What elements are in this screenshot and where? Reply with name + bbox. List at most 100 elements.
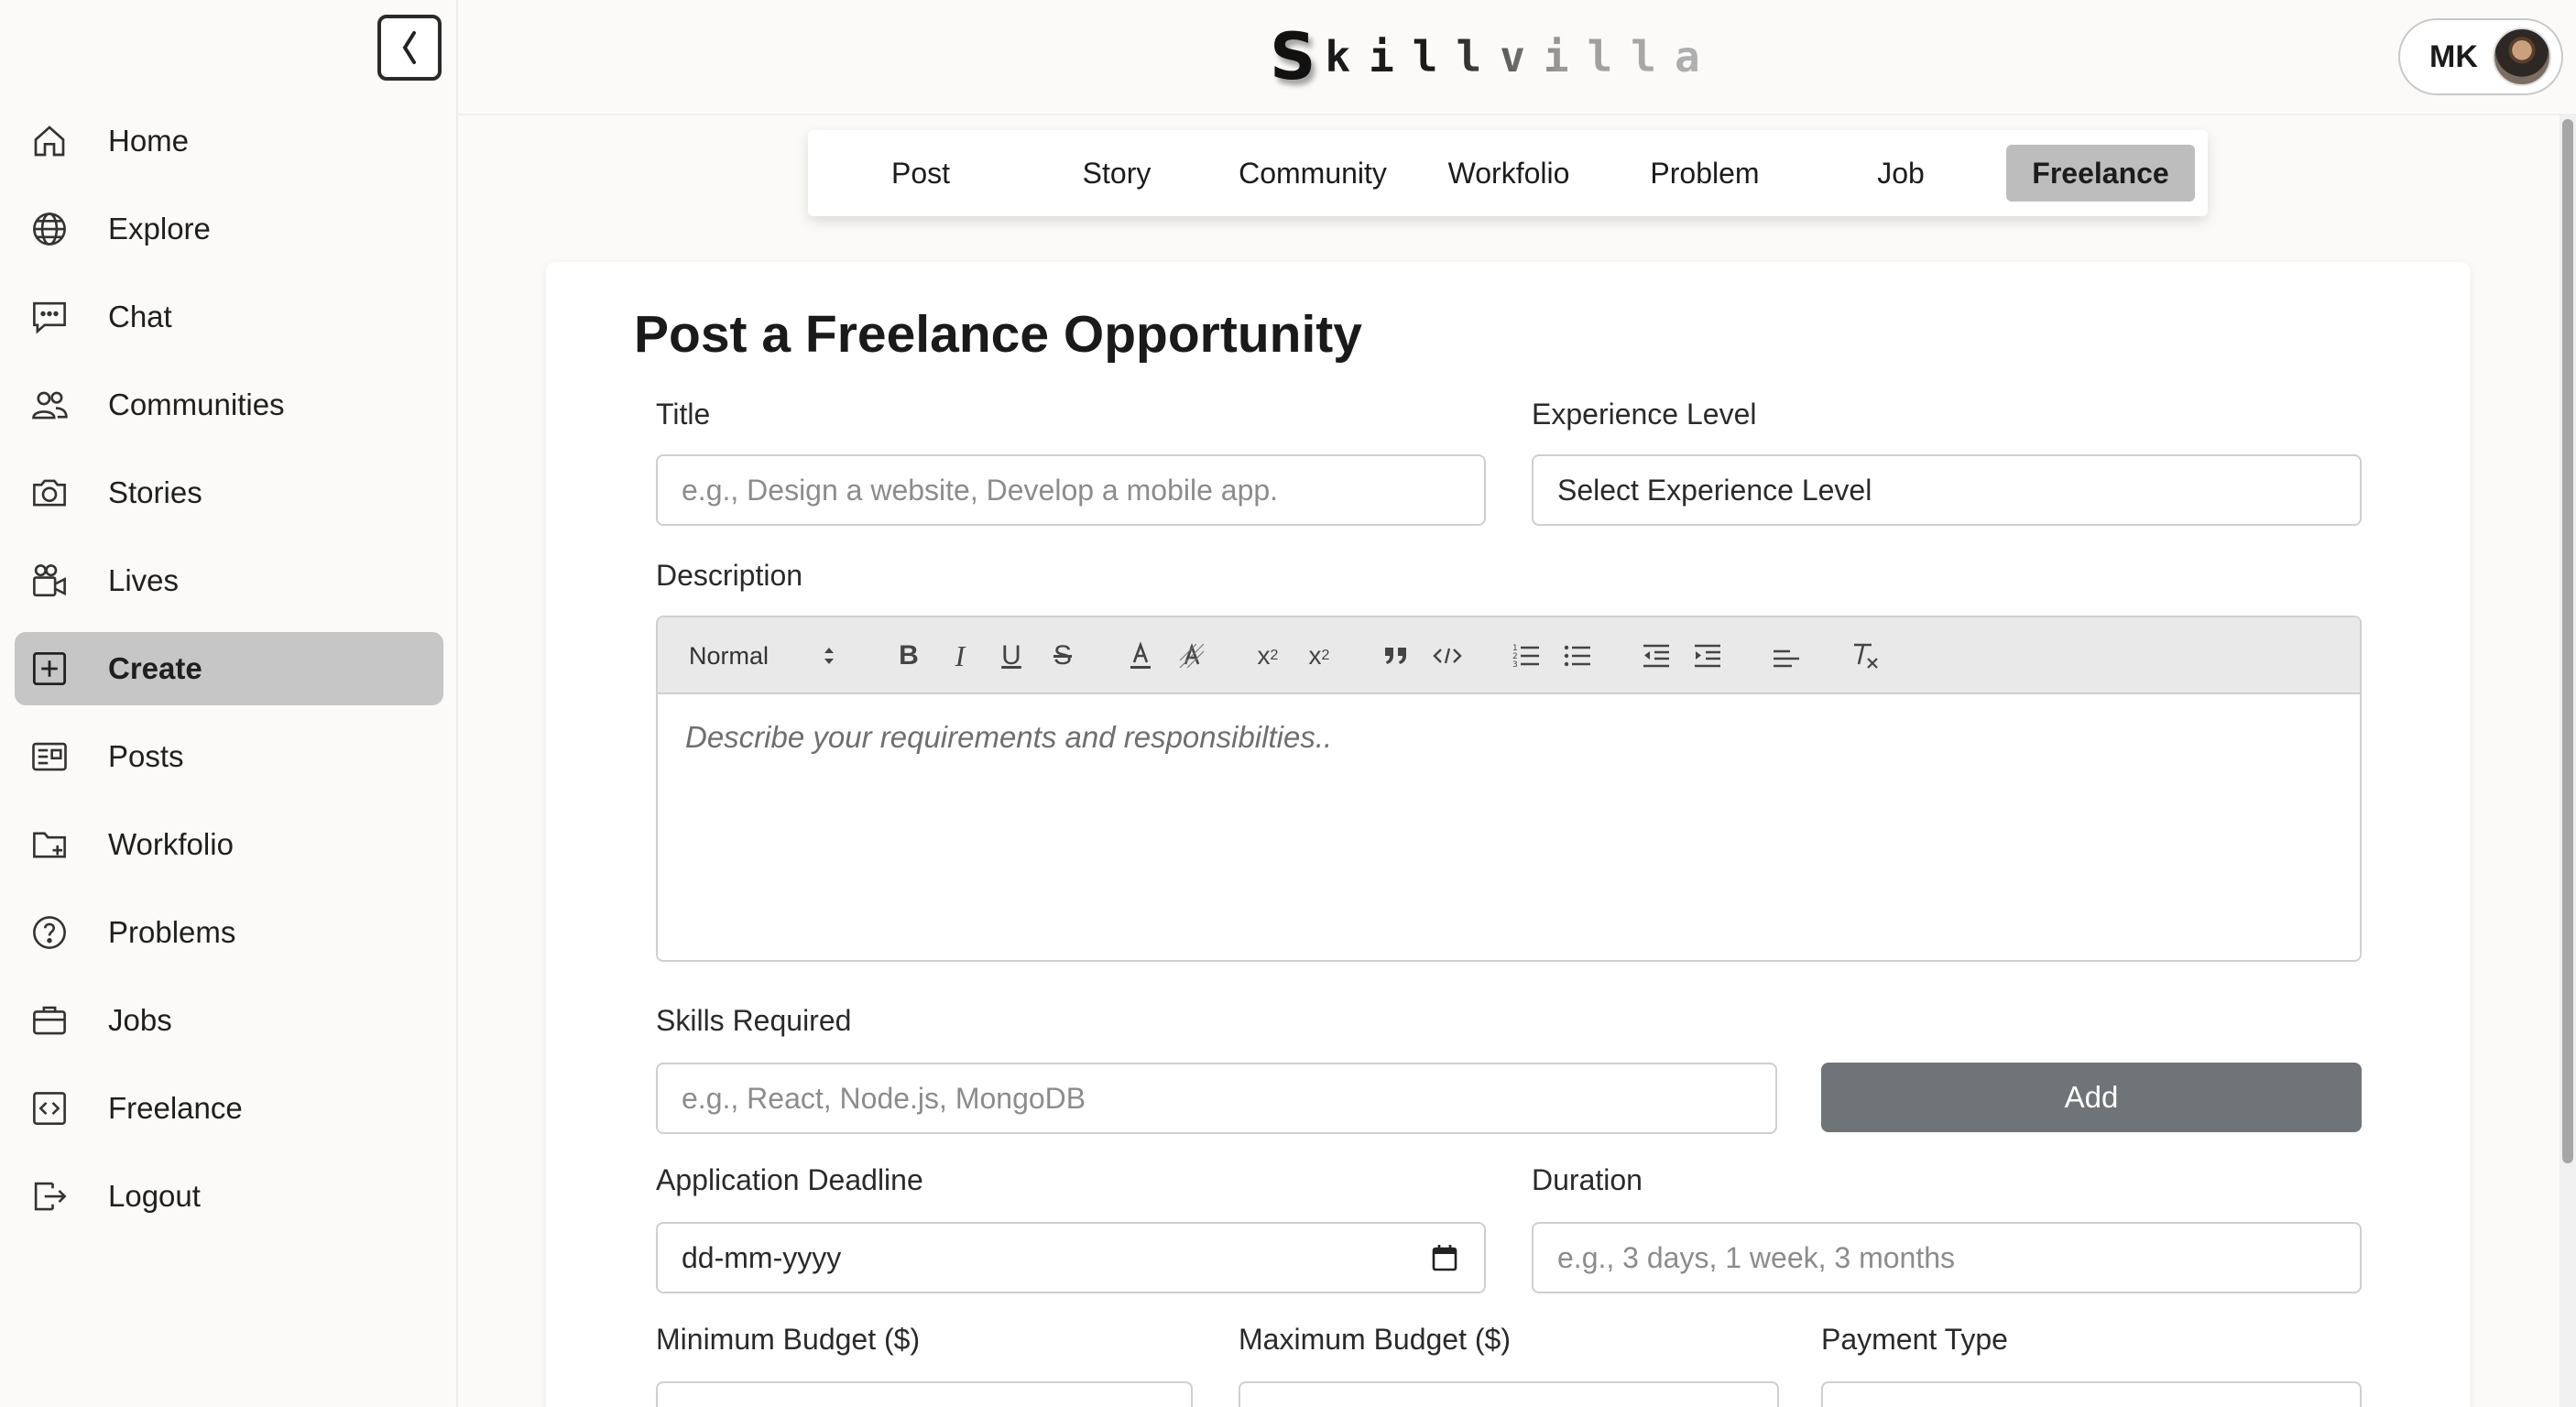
chevron-left-icon [402, 31, 416, 64]
camera-icon [29, 473, 70, 513]
title-input[interactable]: e.g., Design a website, Develop a mobile… [656, 454, 1486, 526]
bold-icon[interactable]: B [892, 636, 925, 676]
indent-icon[interactable] [1689, 636, 1726, 676]
duration-input[interactable]: e.g., 3 days, 1 week, 3 months [1532, 1222, 2362, 1293]
sidebar-item-label: Chat [108, 300, 172, 333]
sidebar-nav: Home Explore Chat Communities Stories Li… [15, 104, 443, 1248]
editor-toolbar: Normal B I U S x2 x2 123 [658, 617, 2360, 694]
sidebar-item-create[interactable]: Create [15, 632, 443, 705]
min-budget-input[interactable] [656, 1381, 1193, 1407]
sidebar-item-label: Communities [108, 387, 285, 421]
sidebar-item-label: Create [108, 651, 202, 685]
deadline-label: Application Deadline [656, 1163, 923, 1196]
sidebar-item-label: Workfolio [108, 827, 234, 861]
app-logo[interactable]: S killvilla [1270, 19, 1719, 94]
sidebar-item-posts[interactable]: Posts [15, 720, 443, 793]
folder-plus-icon [29, 824, 70, 865]
tab-post[interactable]: Post [823, 145, 1019, 202]
superscript-icon[interactable]: x2 [1301, 636, 1337, 676]
sidebar-item-logout[interactable]: Logout [15, 1160, 443, 1233]
payment-type-select[interactable] [1821, 1381, 2362, 1407]
sidebar-item-label: Problems [108, 915, 236, 949]
subscript-icon[interactable]: x2 [1250, 636, 1286, 676]
sidebar-item-chat[interactable]: Chat [15, 280, 443, 354]
description-label: Description [656, 559, 803, 592]
page-scrollbar[interactable] [2560, 115, 2576, 1407]
highlight-color-icon[interactable] [1174, 636, 1209, 676]
sidebar: Home Explore Chat Communities Stories Li… [0, 0, 458, 1407]
sidebar-item-label: Posts [108, 739, 184, 773]
deadline-value: dd-mm-yyyy [682, 1240, 842, 1274]
collapse-sidebar-button[interactable] [377, 15, 442, 81]
create-type-tabs: Post Story Community Workfolio Problem J… [808, 130, 2208, 216]
video-icon [29, 561, 70, 601]
underline-icon[interactable]: U [995, 636, 1028, 676]
format-select-value: Normal [689, 641, 770, 670]
sidebar-item-communities[interactable]: Communities [15, 368, 443, 442]
profile-button[interactable]: MK [2398, 18, 2563, 95]
code-block-icon[interactable] [1429, 636, 1466, 676]
blockquote-icon[interactable] [1378, 636, 1414, 676]
add-skill-button[interactable]: Add [1821, 1063, 2362, 1132]
sidebar-item-explore[interactable]: Explore [15, 192, 443, 266]
avatar [2492, 27, 2551, 86]
page-title: Post a Freelance Opportunity [634, 305, 1362, 364]
ordered-list-icon[interactable]: 123 [1508, 636, 1545, 676]
chat-icon [29, 297, 70, 337]
tab-job[interactable]: Job [1803, 145, 1999, 202]
italic-icon[interactable]: I [944, 636, 977, 676]
sidebar-item-label: Home [108, 124, 190, 158]
sidebar-item-lives[interactable]: Lives [15, 544, 443, 617]
bullet-list-icon[interactable] [1559, 636, 1596, 676]
tab-freelance[interactable]: Freelance [2006, 145, 2195, 202]
home-icon [29, 121, 70, 161]
sidebar-item-label: Explore [108, 212, 211, 245]
strikethrough-icon[interactable]: S [1046, 636, 1079, 676]
tab-community[interactable]: Community [1215, 145, 1411, 202]
top-header: S killvilla MK [458, 0, 2576, 115]
question-circle-icon [29, 912, 70, 953]
sidebar-item-label: Lives [108, 563, 180, 597]
max-budget-input[interactable] [1239, 1381, 1779, 1407]
clear-format-icon[interactable] [1847, 636, 1883, 676]
outdent-icon[interactable] [1638, 636, 1675, 676]
briefcase-icon [29, 1000, 70, 1041]
description-editor: Normal B I U S x2 x2 123 Describe your r… [656, 616, 2362, 962]
tab-story[interactable]: Story [1019, 145, 1215, 202]
min-budget-label: Minimum Budget ($) [656, 1323, 921, 1356]
tab-workfolio[interactable]: Workfolio [1411, 145, 1607, 202]
profile-initials: MK [2429, 38, 2478, 74]
format-select[interactable]: Normal [689, 636, 835, 676]
max-budget-label: Maximum Budget ($) [1239, 1323, 1511, 1356]
sidebar-item-problems[interactable]: Problems [15, 896, 443, 969]
calendar-icon[interactable] [1431, 1243, 1458, 1272]
scrollbar-thumb[interactable] [2562, 119, 2573, 1163]
text-color-icon[interactable] [1123, 636, 1158, 676]
sidebar-item-workfolio[interactable]: Workfolio [15, 808, 443, 881]
sidebar-item-label: Jobs [108, 1003, 172, 1037]
sidebar-item-label: Logout [108, 1179, 201, 1213]
sidebar-item-stories[interactable]: Stories [15, 456, 443, 529]
deadline-date-input[interactable]: dd-mm-yyyy [656, 1222, 1486, 1293]
description-textarea[interactable]: Describe your requirements and responsib… [658, 694, 2360, 780]
logo-initial: S [1270, 19, 1316, 94]
users-icon [29, 385, 70, 425]
skills-input[interactable]: e.g., React, Node.js, MongoDB [656, 1063, 1777, 1134]
experience-level-label: Experience Level [1532, 398, 1757, 431]
logout-icon [29, 1176, 70, 1216]
payment-type-label: Payment Type [1821, 1323, 2008, 1356]
code-square-icon [29, 1088, 70, 1129]
tab-problem[interactable]: Problem [1607, 145, 1803, 202]
updown-icon [824, 648, 834, 664]
title-label: Title [656, 398, 711, 431]
experience-level-select[interactable]: Select Experience Level [1532, 454, 2362, 526]
sidebar-item-home[interactable]: Home [15, 104, 443, 178]
sidebar-item-label: Freelance [108, 1091, 243, 1125]
skills-label: Skills Required [656, 1004, 852, 1037]
align-icon[interactable] [1768, 636, 1805, 676]
sidebar-item-jobs[interactable]: Jobs [15, 984, 443, 1057]
sidebar-item-freelance[interactable]: Freelance [15, 1072, 443, 1145]
svg-text:3: 3 [1512, 660, 1518, 670]
freelance-form-card: Post a Freelance Opportunity Title e.g.,… [546, 262, 2470, 1407]
plus-square-icon [29, 649, 70, 689]
